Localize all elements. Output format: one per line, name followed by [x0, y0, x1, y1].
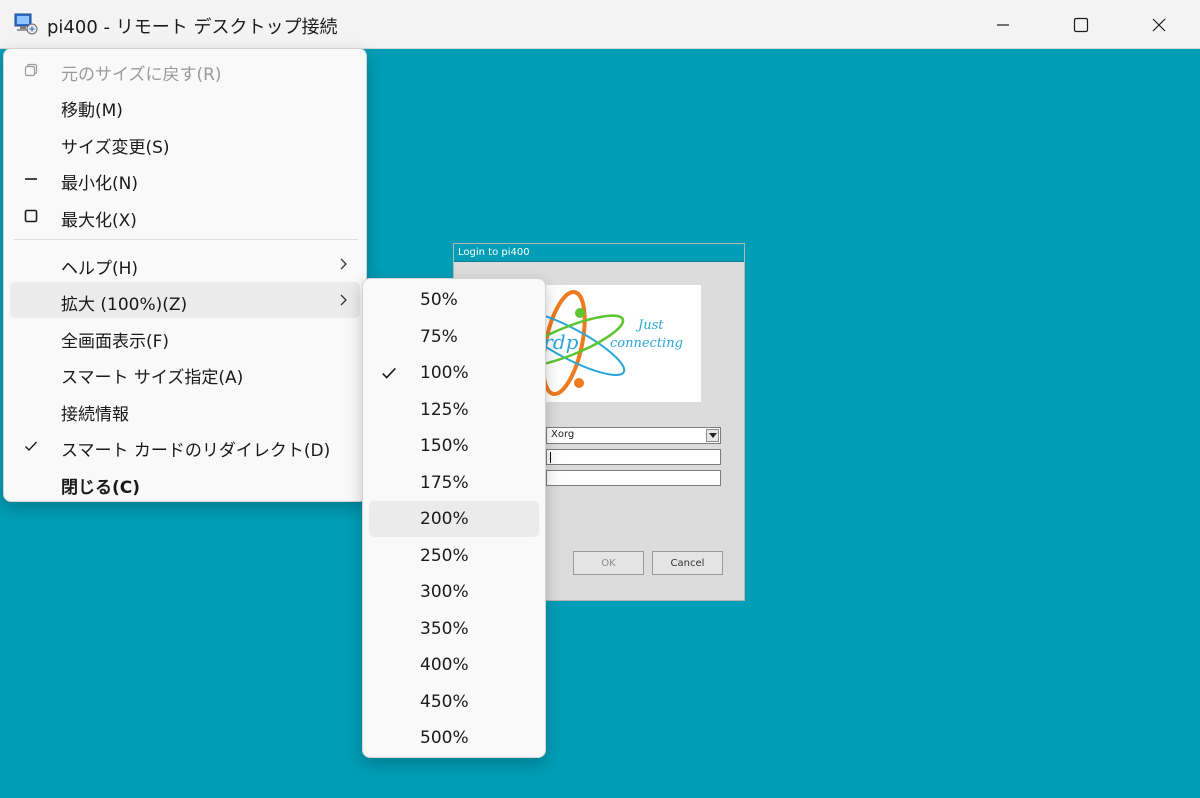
menu-item-restore[interactable]: 元のサイズに戻す(R) — [10, 52, 360, 88]
menu-item-move[interactable]: 移動(M) — [10, 88, 360, 124]
text-caret — [550, 452, 551, 463]
zoom-option-125[interactable]: 125% — [369, 392, 539, 428]
menu-item-maximize[interactable]: 最大化(X) — [10, 198, 360, 234]
menu-item-label: 最小化(N) — [61, 174, 138, 194]
title-bar[interactable]: pi400 - リモート デスクトップ接続 — [0, 0, 1200, 49]
menu-item-label: 閉じる(C) — [61, 478, 141, 498]
zoom-option-label: 300% — [420, 582, 469, 602]
zoom-option-label: 200% — [420, 509, 469, 529]
minimize-icon — [23, 171, 39, 187]
menu-item-zoom[interactable]: 拡大 (100%)(Z) — [10, 282, 360, 318]
zoom-option-400[interactable]: 400% — [369, 647, 539, 683]
zoom-option-300[interactable]: 300% — [369, 574, 539, 610]
menu-item-label: 最大化(X) — [61, 211, 137, 231]
xrdp-dialog-title: Login to pi400 — [458, 247, 530, 258]
maximize-icon — [23, 208, 39, 224]
menu-item-help[interactable]: ヘルプ(H) — [10, 246, 360, 282]
checkmark-icon — [23, 438, 39, 454]
minimize-icon — [997, 23, 1009, 26]
dropdown-arrow-icon[interactable] — [706, 429, 719, 442]
restore-icon — [23, 62, 39, 78]
minimize-window-button[interactable] — [964, 0, 1042, 49]
menu-item-smart-card-redirect[interactable]: スマート カードのリダイレクト(D) — [10, 428, 360, 464]
ok-button[interactable]: OK — [573, 551, 644, 575]
xrdp-tagline-just: Just — [635, 318, 664, 333]
menu-item-close[interactable]: 閉じる(C) — [10, 465, 360, 501]
remote-desktop-app-icon[interactable] — [14, 13, 38, 35]
menu-item-label: サイズ変更(S) — [61, 138, 170, 158]
zoom-option-50[interactable]: 50% — [369, 282, 539, 318]
menu-item-label: 移動(M) — [61, 101, 123, 121]
system-menu: 元のサイズに戻す(R) 移動(M) サイズ変更(S) 最小化(N) 最大化(X)… — [3, 48, 367, 502]
menu-item-label: スマート サイズ指定(A) — [61, 368, 244, 388]
menu-item-label: スマート カードのリダイレクト(D) — [61, 441, 331, 461]
menu-item-label: ヘルプ(H) — [61, 259, 139, 279]
menu-item-label: 拡大 (100%)(Z) — [61, 295, 188, 315]
zoom-option-450[interactable]: 450% — [369, 684, 539, 720]
checkmark-icon — [382, 367, 396, 379]
zoom-option-label: 350% — [420, 619, 469, 639]
maximize-icon — [1073, 17, 1089, 32]
zoom-option-175[interactable]: 175% — [369, 465, 539, 501]
zoom-option-500[interactable]: 500% — [369, 720, 539, 756]
zoom-submenu: 50% 75% 100% 125% 150% 175% 200% 250% 30… — [362, 278, 546, 758]
close-icon — [1152, 18, 1166, 31]
menu-item-label: 接続情報 — [61, 405, 129, 425]
chevron-right-icon — [340, 294, 347, 306]
username-input[interactable] — [546, 449, 721, 465]
window-title: pi400 - リモート デスクトップ接続 — [47, 17, 338, 38]
zoom-option-75[interactable]: 75% — [369, 319, 539, 355]
maximize-window-button[interactable] — [1042, 0, 1120, 49]
close-window-button[interactable] — [1120, 0, 1198, 49]
zoom-option-label: 500% — [420, 728, 469, 748]
zoom-option-100[interactable]: 100% — [369, 355, 539, 391]
zoom-option-250[interactable]: 250% — [369, 538, 539, 574]
cancel-button[interactable]: Cancel — [652, 551, 723, 575]
chevron-right-icon — [340, 258, 347, 270]
menu-item-minimize[interactable]: 最小化(N) — [10, 161, 360, 197]
xrdp-logo: xrdp Just connecting — [512, 285, 701, 402]
xrdp-tagline-connecting: connecting — [610, 336, 683, 351]
session-select-value: Xorg — [551, 429, 575, 440]
zoom-option-label: 175% — [420, 473, 469, 493]
menu-item-label: 全画面表示(F) — [61, 332, 170, 352]
session-select[interactable]: Xorg — [546, 427, 721, 444]
zoom-option-label: 450% — [420, 692, 469, 712]
password-input[interactable] — [546, 470, 721, 486]
menu-item-resize[interactable]: サイズ変更(S) — [10, 125, 360, 161]
zoom-option-label: 50% — [420, 290, 458, 310]
zoom-option-label: 100% — [420, 363, 469, 383]
menu-item-label: 元のサイズに戻す(R) — [61, 65, 222, 85]
zoom-option-label: 75% — [420, 327, 458, 347]
menu-item-connection-info[interactable]: 接続情報 — [10, 392, 360, 428]
zoom-option-350[interactable]: 350% — [369, 611, 539, 647]
zoom-option-150[interactable]: 150% — [369, 428, 539, 464]
zoom-option-label: 150% — [420, 436, 469, 456]
menu-item-smart-sizing[interactable]: スマート サイズ指定(A) — [10, 355, 360, 391]
zoom-option-label: 125% — [420, 400, 469, 420]
menu-item-fullscreen[interactable]: 全画面表示(F) — [10, 319, 360, 355]
xrdp-dialog-title-bar[interactable]: Login to pi400 — [454, 244, 744, 262]
zoom-option-label: 250% — [420, 546, 469, 566]
zoom-option-200[interactable]: 200% — [369, 501, 539, 537]
zoom-option-label: 400% — [420, 655, 469, 675]
menu-separator — [14, 239, 358, 240]
